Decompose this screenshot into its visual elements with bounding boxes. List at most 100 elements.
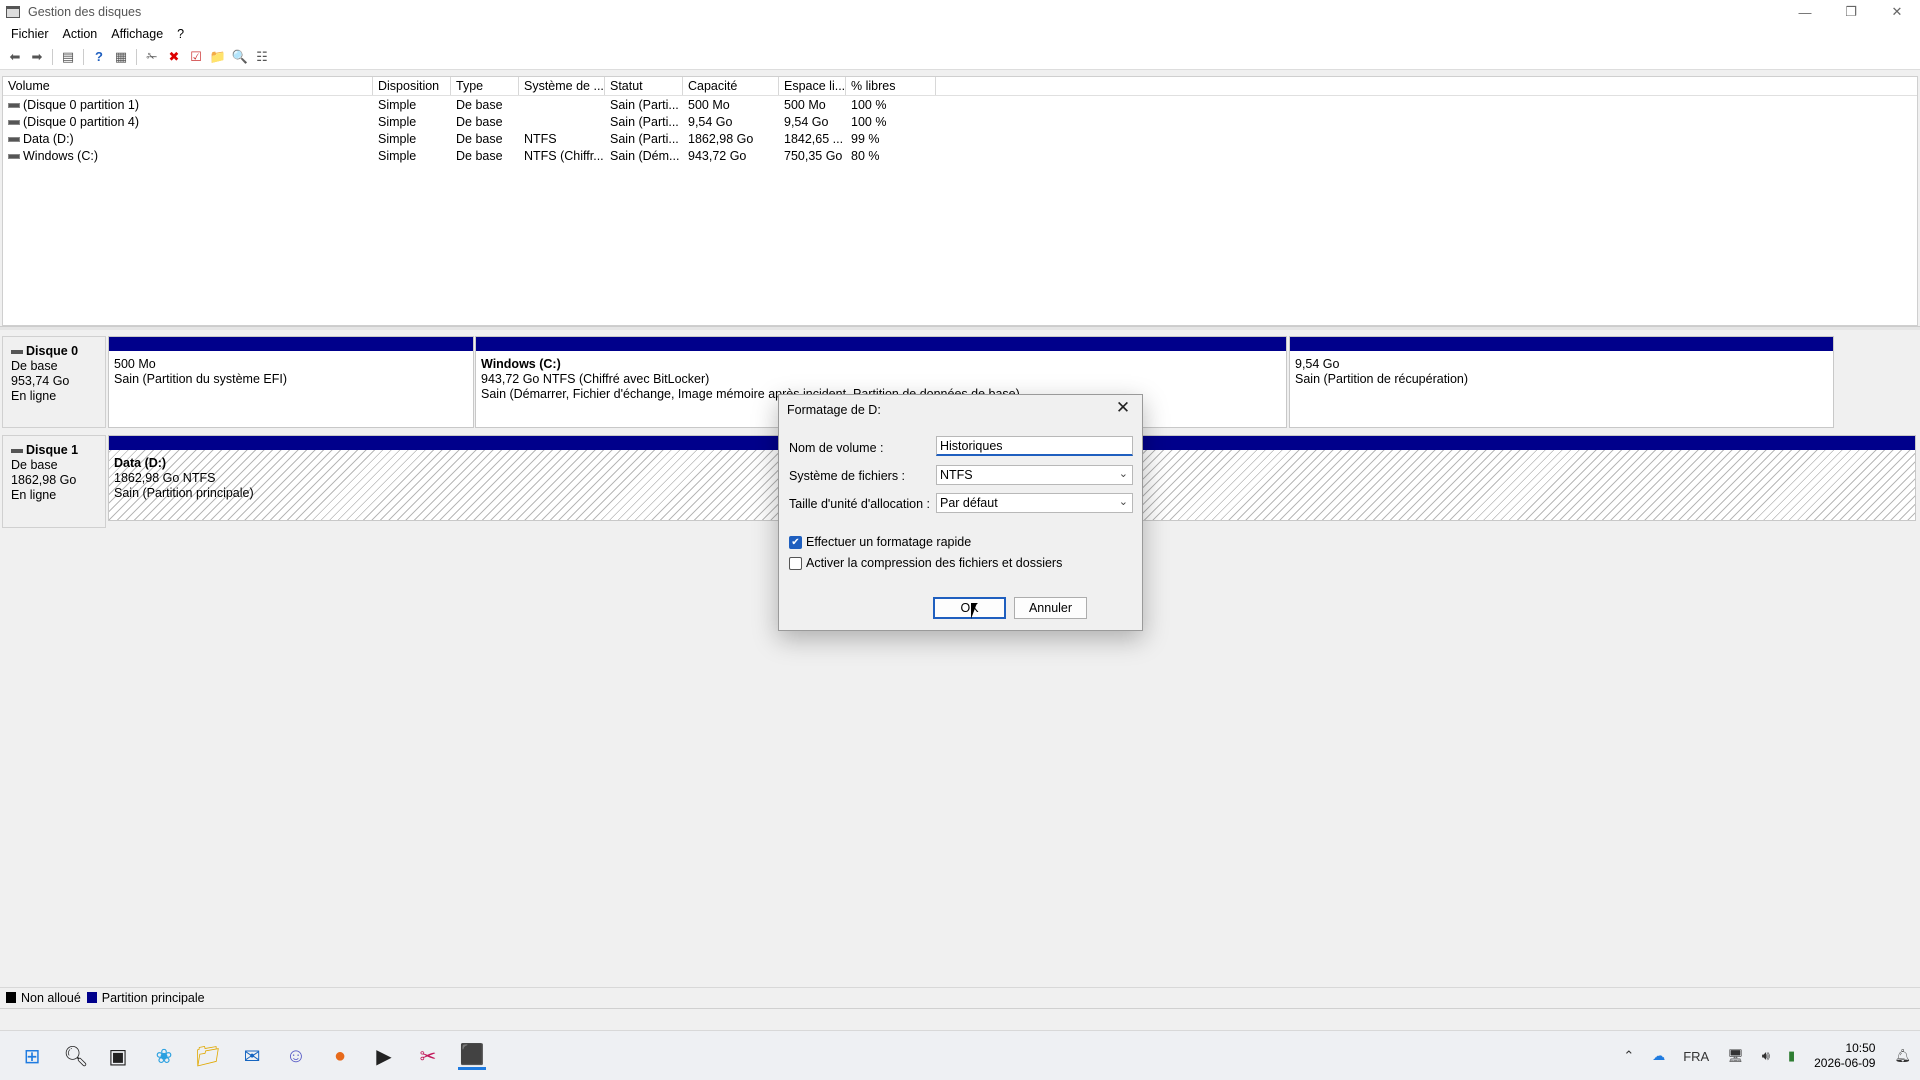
checkmark-icon: ✔ [789,535,802,549]
volume-name: (Disque 0 partition 4) [23,114,140,129]
delete-icon[interactable]: ✖ [163,47,185,67]
task-view-icon[interactable]: ▣ [104,1042,132,1070]
search-folder-icon[interactable]: 🔍 [229,47,251,67]
minimize-button[interactable]: — [1782,0,1828,24]
column-header-status[interactable]: Statut [605,77,683,95]
table-row[interactable]: (Disque 0 partition 1) Simple De base Sa… [3,96,1917,113]
menu-help[interactable]: ? [170,27,191,41]
allocation-select[interactable]: Par défaut ⌄ [936,493,1133,513]
cell-volume: Windows (C:) [3,149,373,163]
chevron-down-icon: ⌄ [1118,468,1128,480]
cell-percent-free: 80 % [851,148,880,163]
battery-icon[interactable]: ▮ [1788,1048,1795,1064]
partition-status: Sain (Partition du système EFI) [114,372,287,386]
column-header-disposition[interactable]: Disposition [373,77,451,95]
column-header-percent-free[interactable]: % libres [846,77,936,95]
search-icon[interactable]: 🔍︎ [62,1042,90,1070]
column-header-capacity[interactable]: Capacité [683,77,779,95]
filesystem-value: NTFS [940,468,973,482]
ok-button[interactable]: OK [933,597,1006,619]
close-button[interactable]: ✕ [1874,0,1920,24]
menu-action[interactable]: Action [56,27,105,41]
cell-disposition: Simple [378,131,417,146]
copilot-icon[interactable]: ❀ [150,1042,178,1070]
properties-icon[interactable]: ▦ [110,47,132,67]
disk-state: En ligne [11,488,57,502]
forward-arrow-icon[interactable]: ➡ [26,47,48,67]
terminal-icon[interactable]: ▶ [370,1042,398,1070]
teams-icon[interactable]: ☺ [282,1042,310,1070]
disk-1-label[interactable]: Disque 1 De base 1862,98 Go En ligne [2,435,106,528]
column-header-type[interactable]: Type [451,77,519,95]
partition-recovery[interactable]: 9,54 Go Sain (Partition de récupération) [1289,336,1834,428]
disk-size: 1862,98 Go [11,473,77,487]
console-tree-icon[interactable]: ▤ [57,47,79,67]
volume-name-input[interactable] [936,436,1133,456]
cell-free-space: 9,54 Go [784,114,829,129]
network-icon[interactable]: 🖥︎ [1727,1048,1744,1064]
toolbar: ⬅ ➡ ▤ ? ▦ ✁ ✖ ☑ 📁 🔍 ☷ [0,44,1920,70]
cell-filesystem: NTFS [524,131,557,146]
legend-swatch-unallocated [6,992,16,1003]
cancel-button[interactable]: Annuler [1014,597,1087,619]
onedrive-cloud-icon[interactable]: ☁ [1652,1048,1665,1064]
clock-date: 2026-06-09 [1814,1056,1876,1070]
volume-speaker-icon[interactable]: 🔊︎ [1762,1048,1770,1064]
table-row[interactable]: (Disque 0 partition 4) Simple De base Sa… [3,113,1917,130]
firefox-icon[interactable]: ● [326,1042,354,1070]
cell-volume: Data (D:) [3,132,373,146]
file-explorer-icon[interactable]: 📁︎ [194,1042,222,1070]
column-header-volume[interactable]: Volume [3,77,373,95]
dialog-close-button[interactable]: ✕ [1112,398,1134,418]
allocation-label: Taille d'unité d'allocation : [789,497,930,511]
volume-name: (Disque 0 partition 1) [23,97,140,112]
filesystem-select[interactable]: NTFS ⌄ [936,465,1133,485]
table-row[interactable]: Data (D:) Simple De base NTFS Sain (Part… [3,130,1917,147]
check-icon[interactable]: ☑ [185,47,207,67]
partition-name: Windows (C:) [481,357,561,371]
cell-filesystem: NTFS (Chiffr... [524,148,604,163]
restore-button[interactable]: ❐ [1828,0,1874,24]
compression-checkbox[interactable]: Activer la compression des fichiers et d… [789,556,1062,570]
help-icon[interactable]: ? [88,47,110,67]
back-arrow-icon[interactable]: ⬅ [4,47,26,67]
format-dialog: Formatage de D: ✕ Nom de volume : Systèm… [778,394,1143,631]
cell-status: Sain (Parti... [610,114,679,129]
toolbar-separator [136,48,137,65]
connect-icon[interactable]: ✁ [141,47,163,67]
chevron-up-icon[interactable]: ⌃ [1623,1048,1634,1064]
snipping-tool-icon[interactable]: ✂ [414,1042,442,1070]
column-header-free-space[interactable]: Espace li... [779,77,846,95]
column-header-filesystem[interactable]: Système de ... [519,77,605,95]
filesystem-label: Système de fichiers : [789,469,906,483]
disk-management-icon [6,6,20,18]
cell-status: Sain (Dém... [610,148,680,163]
table-row[interactable]: Windows (C:) Simple De base NTFS (Chiffr… [3,147,1917,164]
start-windows-icon[interactable]: ⊞ [18,1042,46,1070]
title-bar: Gestion des disques — ❐ ✕ [0,0,1920,24]
quick-format-label: Effectuer un formatage rapide [806,535,972,549]
notification-bell-icon[interactable]: 🔔︎ [1894,1048,1911,1064]
cell-percent-free: 100 % [851,114,887,129]
partition-size: 9,54 Go [1295,357,1340,371]
partition-bar [476,337,1286,351]
disk-state: En ligne [11,389,57,403]
folder-up-icon[interactable]: 📁 [207,47,229,67]
menu-fichier[interactable]: Fichier [4,27,56,41]
language-indicator[interactable]: FRA [1683,1049,1709,1064]
clock[interactable]: 10:50 2026-06-09 [1814,1041,1875,1071]
legend-label-primary: Partition principale [101,990,205,1005]
partition-bar [1290,337,1833,351]
disk-0-label[interactable]: Disque 0 De base 953,74 Go En ligne [2,336,106,428]
disk-size: 953,74 Go [11,374,70,388]
cell-percent-free: 99 % [851,131,880,146]
cell-free-space: 750,35 Go [784,148,843,163]
menu-affichage[interactable]: Affichage [104,27,170,41]
outlook-icon[interactable]: ✉ [238,1042,266,1070]
partition-efi[interactable]: 500 Mo Sain (Partition du système EFI) [108,336,474,428]
cell-disposition: Simple [378,114,417,129]
details-view-icon[interactable]: ☷ [251,47,273,67]
disk-management-taskbar-icon[interactable]: ⬛ [458,1042,486,1070]
cell-disposition: Simple [378,148,417,163]
quick-format-checkbox[interactable]: ✔ Effectuer un formatage rapide [789,535,971,549]
